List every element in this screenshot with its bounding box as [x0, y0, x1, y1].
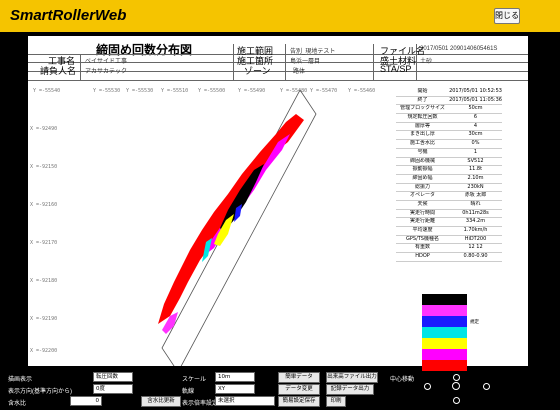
compaction-map[interactable]: Y =-55540 Y =-55530 Y =-55530 Y =-55510 …: [28, 86, 392, 366]
direction-select[interactable]: 0度: [93, 384, 133, 394]
table-row: 規定転圧回数 6: [396, 114, 502, 123]
value-material: 土砂: [420, 59, 433, 65]
value-project: ベイサイド工事: [85, 59, 128, 65]
compaction-svg: [158, 89, 317, 366]
pan-up-icon[interactable]: [453, 374, 460, 381]
value-range: 告別_現地テスト: [290, 49, 336, 55]
report-sheet: 締固め回数分布図 工事名 ベイサイド工事 施工範囲 告別_現地テスト ファイル名…: [28, 36, 528, 377]
table-row: GPS/TS機種名 HiDT200: [396, 236, 502, 245]
pan-left-icon[interactable]: [424, 383, 431, 390]
scale-select[interactable]: 10m: [215, 372, 255, 382]
display-select[interactable]: 転圧回数: [93, 372, 133, 382]
app-logo: SmartRollerWeb: [10, 7, 127, 24]
table-row: 天候 晴れ: [396, 201, 502, 210]
value-location: 島浜一層目: [290, 59, 321, 65]
zoom-setting-label: 表示倍率設定: [182, 401, 219, 407]
zoom-setting-select[interactable]: 未選択: [215, 396, 275, 406]
pan-down-icon[interactable]: [453, 397, 460, 404]
simple-data-button[interactable]: 簡単データ: [278, 372, 320, 383]
change-data-button[interactable]: データ変更: [278, 384, 320, 395]
color-legend: 規定 黄緑 10m: [422, 294, 502, 377]
pan-label: 中心移動: [390, 377, 415, 383]
table-row: 総振力 230kN: [396, 184, 502, 193]
table-row: 開始 2017/05/01 10:52:53: [396, 88, 502, 97]
value-zone: 路体: [293, 69, 306, 75]
pan-center-icon[interactable]: [452, 382, 460, 390]
pan-right-icon[interactable]: [483, 383, 490, 390]
table-row: 平均速度 1.70km/h: [396, 227, 502, 236]
legend-item: [422, 305, 502, 316]
table-row: まき出し厚 30cm: [396, 131, 502, 141]
moisture-input[interactable]: 0: [70, 396, 102, 406]
print-button[interactable]: 印刷: [326, 396, 346, 407]
coord-label: 軌線: [182, 389, 195, 395]
table-row: 有重数 12 12: [396, 244, 502, 254]
table-row: オペレータ 赤坂 太郎: [396, 192, 502, 201]
legend-footer: 黄緑 10m: [481, 372, 502, 377]
legend-item: [422, 327, 502, 338]
table-row: HDOP 0.80-0.90: [396, 253, 502, 262]
scale-label: スケール: [182, 377, 207, 383]
report-header: 締固め回数分布図 工事名 ベイサイド工事 施工範囲 告別_現地テスト ファイル名…: [28, 36, 528, 86]
label-zone: ゾーン: [244, 66, 271, 76]
update-moisture-button[interactable]: 含水比更新: [141, 396, 181, 407]
legend-item: [422, 294, 502, 305]
table-row: 実走行時間 0h11m28s: [396, 210, 502, 219]
table-row: 締固め幅 2.10m: [396, 175, 502, 184]
legend-item: 規定: [422, 316, 502, 327]
table-row: 締固め機械 SV512: [396, 158, 502, 167]
table-row: 管理ブロックサイズ 50cm: [396, 105, 502, 115]
table-row: 振動振幅 11.8t: [396, 166, 502, 175]
export-volume-button[interactable]: 出来高ファイル出力: [326, 372, 378, 383]
moisture-label: 含水比: [8, 401, 27, 407]
direction-label: 表示方向(基準方向から): [8, 389, 72, 395]
close-button[interactable]: 閉じる: [494, 8, 520, 24]
legend-item: [422, 338, 502, 349]
display-label: 描画表示: [8, 377, 33, 383]
save-settings-button[interactable]: 簡易設定保存: [278, 396, 320, 407]
label-sta: STA/SP: [380, 64, 412, 74]
table-row: 号機 1: [396, 149, 502, 158]
value-contractor: アカサカテック: [85, 69, 128, 75]
legend-item: [422, 360, 502, 371]
table-row: 施工含水比 0%: [396, 140, 502, 149]
table-row: 終了 2017/05/01 11:05:36: [396, 97, 502, 106]
table-row: 実走行距離 334.2m: [396, 218, 502, 227]
value-filename: 2017/0501 2090140605461S: [420, 46, 498, 52]
table-row: 層厚等 4: [396, 123, 502, 132]
coord-select[interactable]: XY: [215, 384, 255, 394]
export-record-button[interactable]: 記録データ出力: [326, 384, 374, 395]
label-contractor: 請負人名: [40, 66, 77, 76]
app-header: SmartRollerWeb 閉じる: [0, 0, 560, 32]
legend-item: [422, 349, 502, 360]
info-table: 開始 2017/05/01 10:52:53 終了 2017/05/01 11:05…: [396, 88, 502, 262]
